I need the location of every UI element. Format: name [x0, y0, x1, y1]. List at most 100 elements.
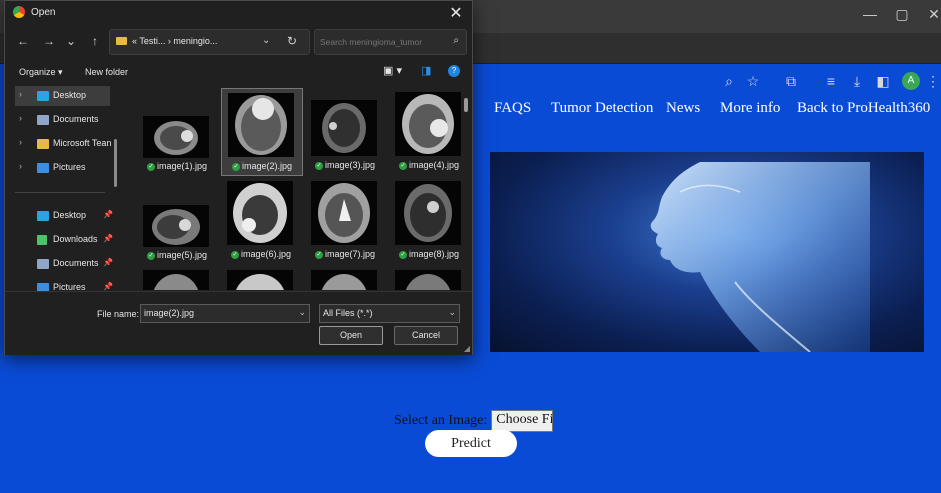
dialog-titlebar: Open ✕: [5, 1, 472, 25]
pictures-icon: [37, 163, 49, 173]
documents-icon: [37, 115, 49, 125]
nav-faqs[interactable]: FAQS: [494, 100, 531, 117]
extensions-icon[interactable]: ⧉: [780, 72, 802, 90]
file-grid-scrollbar[interactable]: [464, 98, 468, 112]
address-dropdown-icon[interactable]: ⌄: [262, 35, 270, 46]
file-item[interactable]: ✓ image(1).jpg: [137, 88, 217, 174]
back-arrow-icon[interactable]: ←: [15, 34, 31, 48]
sidebar-item-label: Microsoft Tean: [53, 138, 112, 148]
pin-icon: 📌: [103, 210, 113, 219]
nav-back-prohealth[interactable]: Back to ProHealth360: [797, 100, 930, 117]
view-options-icon[interactable]: ▣ ▾: [383, 64, 402, 77]
restore-icon[interactable]: ▢: [887, 6, 917, 23]
help-icon[interactable]: ?: [448, 65, 460, 77]
file-item[interactable]: ✓ image(8).jpg: [389, 177, 463, 263]
dialog-close-icon[interactable]: ✕: [446, 3, 466, 23]
choose-file-button[interactable]: Choose Fi: [491, 410, 554, 432]
predict-button[interactable]: Predict: [425, 430, 517, 457]
up-arrow-icon[interactable]: ↑: [87, 34, 103, 48]
file-item[interactable]: [305, 266, 385, 290]
sidebar-item-desktop[interactable]: › Desktop: [15, 86, 110, 106]
chevron-down-icon[interactable]: ⌄: [298, 307, 306, 318]
file-name-label: File name:: [97, 309, 140, 319]
downloads-icon: [37, 235, 47, 245]
media-controls-icon[interactable]: ≡: [820, 72, 842, 90]
menu-kebab-icon[interactable]: ⋮: [926, 72, 940, 90]
file-item[interactable]: ✓ image(4).jpg: [389, 88, 463, 174]
organize-menu[interactable]: Organize ▾: [19, 67, 63, 78]
nav-news[interactable]: News: [666, 100, 700, 117]
expand-chevron-icon[interactable]: ›: [19, 89, 22, 99]
file-item-selected[interactable]: ✓ image(2).jpg: [221, 88, 303, 176]
preview-pane-icon[interactable]: ◨: [421, 64, 431, 77]
file-name-value: image(2).jpg: [144, 308, 195, 318]
folder-icon: [116, 37, 127, 45]
file-item[interactable]: [221, 266, 301, 290]
file-open-dialog: Open ✕ ← → ⌄ ↑ « Testi... › meningio... …: [4, 0, 473, 355]
sync-check-icon: ✓: [398, 161, 407, 170]
expand-chevron-icon[interactable]: ›: [19, 137, 22, 147]
file-name: ✓ image(4).jpg: [398, 160, 460, 170]
nav-more-info[interactable]: More info: [720, 100, 780, 117]
mri-thumbnail: [311, 270, 377, 290]
file-name: ✓ image(8).jpg: [398, 249, 460, 259]
search-box[interactable]: ⌕: [314, 29, 467, 55]
sidebar-item-downloads[interactable]: Downloads 📌: [15, 230, 113, 250]
file-name: ✓ image(5).jpg: [146, 250, 208, 260]
sidebar-item-microsoft-teams[interactable]: › Microsoft Tean: [15, 134, 111, 154]
search-icon[interactable]: ⌕: [453, 35, 459, 46]
desktop-icon: [37, 211, 49, 221]
mri-thumbnail: [143, 116, 209, 158]
nav-tumor-detection[interactable]: Tumor Detection: [551, 100, 653, 117]
downloads-icon[interactable]: ⤓: [846, 72, 868, 90]
upload-label: Select an Image:: [394, 413, 488, 428]
search-input[interactable]: [320, 35, 438, 48]
file-type-select[interactable]: All Files (*.*) ⌄: [319, 304, 460, 323]
file-item[interactable]: ✓ image(7).jpg: [305, 177, 385, 263]
side-panel-icon[interactable]: ◧: [872, 72, 894, 90]
sidebar-item-pictures[interactable]: › Pictures: [15, 158, 110, 178]
bookmark-star-icon[interactable]: ☆: [742, 72, 764, 90]
zoom-icon[interactable]: ⌕: [718, 72, 740, 90]
file-name-input[interactable]: image(2).jpg ⌄: [140, 304, 310, 323]
file-item[interactable]: [389, 266, 463, 290]
forward-arrow-icon[interactable]: →: [41, 34, 57, 48]
file-item[interactable]: ✓ image(6).jpg: [221, 177, 301, 263]
expand-chevron-icon[interactable]: ›: [19, 161, 22, 171]
sidebar-item-documents-pinned[interactable]: Documents 📌: [15, 254, 113, 274]
resize-grip-icon[interactable]: ◢: [464, 344, 470, 353]
new-folder-button[interactable]: New folder: [85, 67, 128, 77]
recent-locations-chevron-icon[interactable]: ⌄: [63, 34, 79, 48]
sync-check-icon: ✓: [146, 251, 155, 260]
refresh-icon[interactable]: ↻: [287, 34, 297, 48]
sidebar-item-desktop-pinned[interactable]: Desktop 📌: [15, 206, 113, 226]
breadcrumb[interactable]: « Testi... › meningio...: [132, 36, 217, 46]
folder-icon: [37, 139, 49, 149]
navigation-pane: › Desktop › Documents › Microsoft Tean ›…: [5, 84, 123, 293]
file-item[interactable]: [137, 266, 217, 290]
minimize-icon[interactable]: —: [855, 6, 885, 22]
file-name: ✓ image(2).jpg: [231, 161, 293, 171]
file-name: ✓ image(6).jpg: [230, 249, 292, 259]
sync-check-icon: ✓: [314, 161, 323, 170]
sidebar-item-documents[interactable]: › Documents: [15, 110, 110, 130]
head-silhouette-illustration: [650, 162, 870, 352]
file-name: ✓ image(1).jpg: [146, 161, 208, 171]
close-icon[interactable]: ✕: [919, 6, 941, 23]
sidebar-divider: [15, 192, 105, 193]
chevron-down-icon[interactable]: ⌄: [448, 307, 456, 318]
sidebar-item-label: Pictures: [53, 162, 86, 172]
mri-thumbnail: [143, 270, 209, 290]
address-bar[interactable]: « Testi... › meningio... ⌄ ↻: [109, 29, 310, 55]
file-item[interactable]: ✓ image(3).jpg: [305, 88, 385, 174]
expand-chevron-icon[interactable]: ›: [19, 113, 22, 123]
cancel-button[interactable]: Cancel: [394, 326, 458, 345]
sidebar-scrollbar[interactable]: [114, 139, 117, 187]
profile-avatar[interactable]: A: [902, 72, 920, 90]
desktop-icon: [37, 91, 49, 101]
documents-icon: [37, 259, 49, 269]
dialog-title: Open: [31, 7, 56, 18]
open-button[interactable]: Open: [319, 326, 383, 345]
mri-thumbnail: [311, 100, 377, 156]
file-item[interactable]: ✓ image(5).jpg: [137, 177, 217, 263]
